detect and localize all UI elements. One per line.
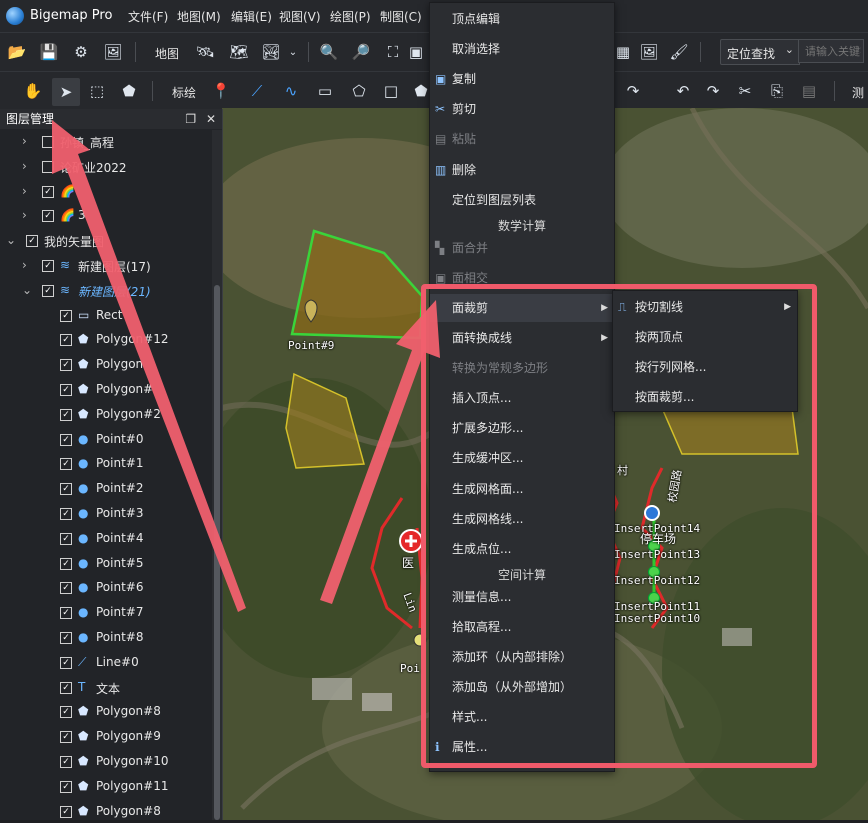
annotation-arrows: [52, 120, 440, 612]
arrow-to-crop-menu: [320, 300, 440, 604]
arrow-to-select-tool: [52, 120, 246, 612]
